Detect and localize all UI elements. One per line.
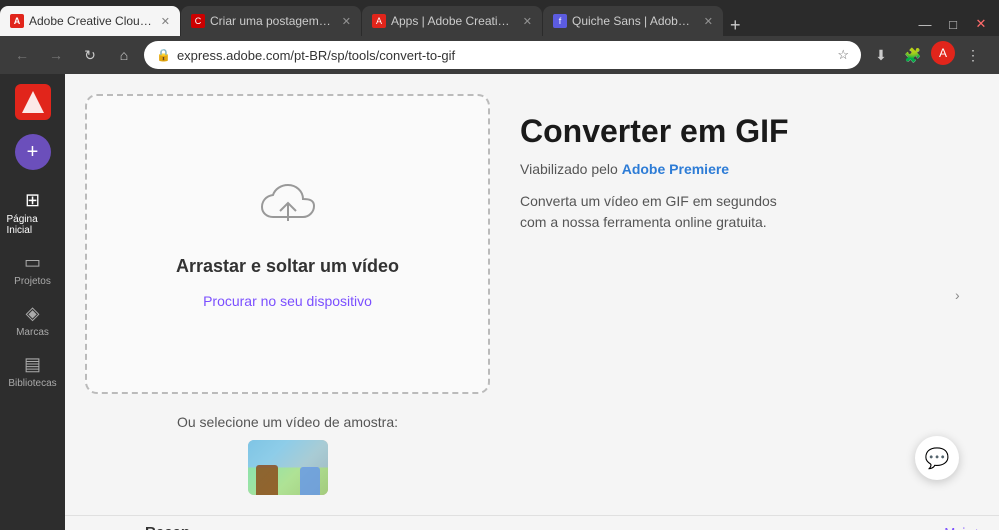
chat-button[interactable]: 💬 xyxy=(915,436,959,480)
upload-cloud-icon xyxy=(258,179,318,240)
adobe-logo-icon xyxy=(22,91,44,113)
sidebar-libraries-label: Bibliotecas xyxy=(8,378,56,389)
browser-action-buttons: ⬇ 🧩 A ⋮ xyxy=(867,41,991,69)
download-icon[interactable]: ⬇ xyxy=(867,41,895,69)
more-button[interactable]: Mais > xyxy=(944,525,983,530)
info-section: Converter em GIF Viabilizado pelo Adobe … xyxy=(520,94,925,495)
tab-favicon-3: A xyxy=(372,14,386,28)
brands-icon: ◈ xyxy=(26,303,40,324)
profile-icon[interactable]: A xyxy=(931,41,955,65)
extensions-icon[interactable]: 🧩 xyxy=(899,41,927,69)
recent-label: Recen xyxy=(145,524,190,530)
address-bar: ← → ↻ ⌂ 🔒 express.adobe.com/pt-BR/sp/too… xyxy=(0,36,999,74)
sidebar-item-projects[interactable]: ▭ Projetos xyxy=(3,246,63,293)
new-tab-button[interactable]: + xyxy=(730,15,741,36)
tab-favicon-2: C xyxy=(191,14,205,28)
minimize-button[interactable]: — xyxy=(913,12,937,36)
browser-window: A Adobe Creative Cloud Express ✕ C Criar… xyxy=(0,0,999,530)
page-content: + ⊞ Página Inicial ▭ Projetos ◈ Marcas ▤… xyxy=(0,74,999,530)
tab-close-2[interactable]: ✕ xyxy=(342,15,351,28)
tab-label-1: Adobe Creative Cloud Express xyxy=(29,14,152,28)
right-panel: › xyxy=(955,94,979,495)
url-action-buttons: ☆ xyxy=(837,47,849,63)
home-icon: ⊞ xyxy=(25,190,40,211)
cloud-upload-svg xyxy=(258,179,318,229)
url-text: express.adobe.com/pt-BR/sp/tools/convert… xyxy=(177,48,831,63)
tab-label-4: Quiche Sans | Adobe Fonts xyxy=(572,14,695,28)
tab-3[interactable]: A Apps | Adobe Creative Cloud ✕ xyxy=(362,6,542,36)
menu-icon[interactable]: ⋮ xyxy=(959,41,987,69)
tab-4[interactable]: f Quiche Sans | Adobe Fonts ✕ xyxy=(543,6,723,36)
tab-bar: A Adobe Creative Cloud Express ✕ C Criar… xyxy=(0,0,999,36)
upload-section: Arrastar e soltar um vídeo Procurar no s… xyxy=(85,94,490,495)
content-area: Arrastar e soltar um vídeo Procurar no s… xyxy=(65,74,999,515)
upload-dropzone[interactable]: Arrastar e soltar um vídeo Procurar no s… xyxy=(85,94,490,394)
powered-prefix: Viabilizado pelo xyxy=(520,161,622,177)
sidebar: + ⊞ Página Inicial ▭ Projetos ◈ Marcas ▤… xyxy=(0,74,65,530)
url-bar[interactable]: 🔒 express.adobe.com/pt-BR/sp/tools/conve… xyxy=(144,41,861,69)
adobe-logo xyxy=(15,84,51,120)
tab-favicon-4: f xyxy=(553,14,567,28)
new-tab-area: + xyxy=(724,15,747,36)
sidebar-item-libraries[interactable]: ▤ Bibliotecas xyxy=(3,348,63,395)
security-lock-icon: 🔒 xyxy=(156,48,171,62)
back-button[interactable]: ← xyxy=(8,41,36,69)
tab-close-1[interactable]: ✕ xyxy=(161,15,170,28)
tab-favicon-1: A xyxy=(10,14,24,28)
powered-by-text: Viabilizado pelo Adobe Premiere xyxy=(520,161,925,177)
sample-thumbnail-image xyxy=(248,440,328,495)
close-window-button[interactable]: ✕ xyxy=(969,12,993,36)
projects-icon: ▭ xyxy=(24,252,41,273)
expand-panel-button[interactable]: › xyxy=(955,287,979,303)
tab-label-2: Criar uma postagem - Comunida... xyxy=(210,14,333,28)
tab-1[interactable]: A Adobe Creative Cloud Express ✕ xyxy=(0,6,180,36)
sidebar-item-brands[interactable]: ◈ Marcas xyxy=(3,297,63,344)
tab-close-4[interactable]: ✕ xyxy=(704,15,713,28)
browser-chrome: A Adobe Creative Cloud Express ✕ C Criar… xyxy=(0,0,999,74)
powered-link[interactable]: Adobe Premiere xyxy=(622,161,729,177)
tab-close-3[interactable]: ✕ xyxy=(523,15,532,28)
sample-label: Ou selecione um vídeo de amostra: xyxy=(85,414,490,430)
tab-bar-controls: — □ ✕ xyxy=(913,12,999,36)
tab-label-3: Apps | Adobe Creative Cloud xyxy=(391,14,514,28)
upload-title: Arrastar e soltar um vídeo xyxy=(176,256,399,277)
home-button[interactable]: ⌂ xyxy=(110,41,138,69)
forward-button[interactable]: → xyxy=(42,41,70,69)
libraries-icon: ▤ xyxy=(24,354,41,375)
browse-button[interactable]: Procurar no seu dispositivo xyxy=(203,293,372,309)
main-content: Arrastar e soltar um vídeo Procurar no s… xyxy=(65,74,999,530)
maximize-button[interactable]: □ xyxy=(941,12,965,36)
sample-section: Ou selecione um vídeo de amostra: xyxy=(85,414,490,495)
bookmark-icon[interactable]: ☆ xyxy=(837,47,849,63)
sidebar-item-home[interactable]: ⊞ Página Inicial xyxy=(3,184,63,242)
tab-2[interactable]: C Criar uma postagem - Comunida... ✕ xyxy=(181,6,361,36)
chat-icon: 💬 xyxy=(925,446,950,471)
reload-button[interactable]: ↻ xyxy=(76,41,104,69)
recent-bar: Recen Mais > xyxy=(65,515,999,530)
sidebar-brands-label: Marcas xyxy=(16,327,49,338)
create-new-button[interactable]: + xyxy=(15,134,51,170)
page-title: Converter em GIF xyxy=(520,114,925,149)
info-description: Converta um vídeo em GIF em segundos com… xyxy=(520,191,780,233)
sample-thumbnail[interactable] xyxy=(248,440,328,495)
sidebar-projects-label: Projetos xyxy=(14,276,51,287)
sidebar-home-label: Página Inicial xyxy=(7,214,59,236)
